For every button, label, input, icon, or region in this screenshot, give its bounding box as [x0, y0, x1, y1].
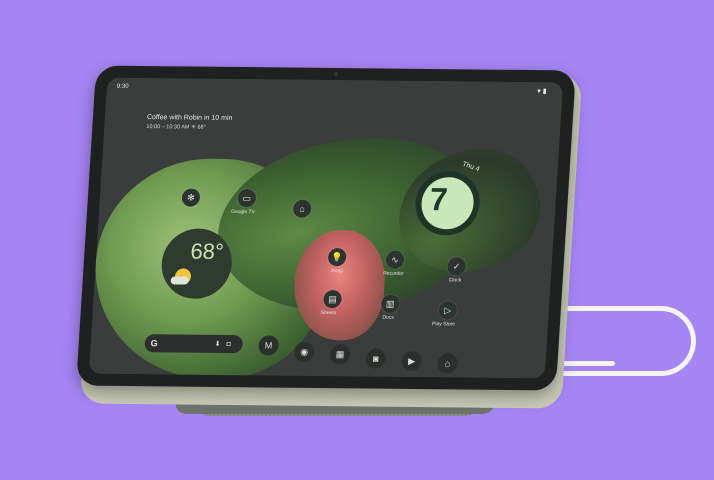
- search-bar-icons: ⬇◘: [214, 340, 237, 348]
- lens-icon[interactable]: ◘: [226, 341, 237, 348]
- calendar-icon: ▦: [335, 348, 345, 359]
- dock-calendar[interactable]: ▦: [329, 344, 351, 365]
- dock-camera[interactable]: ◙: [365, 348, 387, 369]
- status-time: 9:30: [116, 83, 129, 90]
- app-label-play-store: Play Store: [431, 321, 456, 328]
- chrome-icon: ◉: [299, 346, 309, 357]
- play-store-icon: ▷: [444, 304, 452, 315]
- youtube-icon: ▶: [407, 355, 416, 366]
- gmail-icon: M: [264, 340, 273, 351]
- device-photo: 9:30 ▾▮ Coffee with Robin in 10 min 10:0…: [0, 0, 714, 480]
- glance-event-title: Coffee with Robin in 10 min: [146, 114, 233, 122]
- cloud-icon: [170, 276, 189, 285]
- dock-home[interactable]: ⌂: [436, 353, 459, 374]
- app-label-sheets: Sheets: [320, 309, 337, 317]
- app-label-docs: Docs: [382, 314, 394, 321]
- at-a-glance-widget[interactable]: Coffee with Robin in 10 min 10:00 – 10:3…: [146, 114, 232, 131]
- fan-icon: ✻: [186, 192, 196, 203]
- tv-icon: ▭: [242, 192, 252, 203]
- app-label-google-tv: Google TV: [230, 208, 255, 216]
- status-icons: ▾▮: [537, 87, 549, 95]
- app-label-recorder: Recorder: [382, 270, 404, 277]
- weather-temperature: 68°: [189, 238, 225, 264]
- waveform-icon: ∿: [390, 254, 400, 265]
- battery-icon: ▮: [542, 88, 549, 96]
- dock-youtube[interactable]: ▶: [401, 350, 423, 372]
- camera-icon: ◙: [372, 353, 379, 364]
- app-label-clock: Clock: [448, 277, 462, 284]
- mic-icon[interactable]: ⬇: [214, 341, 226, 348]
- app-clock[interactable]: ✓: [447, 257, 467, 276]
- app-play-store[interactable]: ▷: [438, 301, 458, 320]
- sheets-icon: ▤: [327, 293, 338, 304]
- clock-hour: 7: [428, 181, 449, 218]
- google-logo-icon: G: [150, 338, 159, 349]
- docs-icon: ▥: [385, 298, 395, 309]
- app-label-keep: Keep: [331, 268, 344, 275]
- home-app-icon: ⌂: [444, 358, 451, 369]
- dock-chrome[interactable]: ◉: [293, 341, 315, 362]
- home-icon: ⌂: [299, 203, 306, 214]
- tablet-device: 9:30 ▾▮ Coffee with Robin in 10 min 10:0…: [76, 65, 576, 391]
- lightbulb-icon: 💡: [331, 251, 344, 262]
- google-search-bar[interactable]: G ⬇◘: [144, 334, 244, 354]
- app-docs[interactable]: ▥: [380, 294, 400, 313]
- front-camera: [333, 71, 338, 77]
- home-screen: 9:30 ▾▮ Coffee with Robin in 10 min 10:0…: [88, 77, 564, 379]
- clock-icon: ✓: [452, 260, 461, 271]
- glance-event-subtitle: 10:00 – 10:30 AM ☀ 68°: [146, 124, 206, 131]
